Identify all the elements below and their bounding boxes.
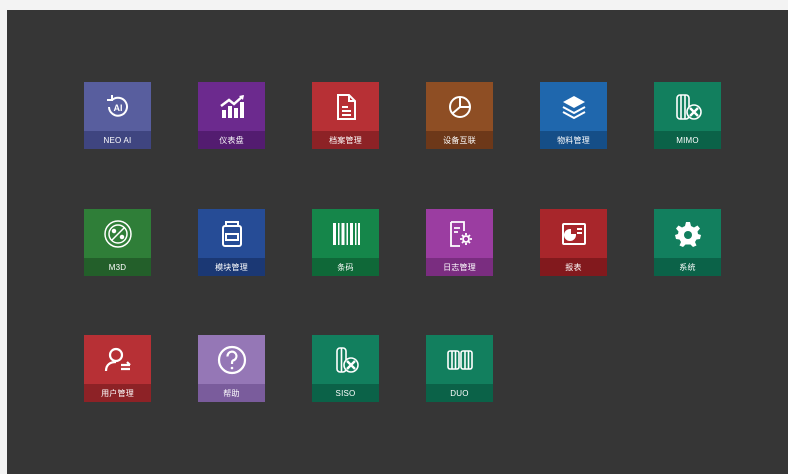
tile-top — [654, 82, 721, 131]
tile-device-connect[interactable]: 设备互联 — [426, 82, 493, 149]
tile-label: NEO AI — [84, 131, 151, 149]
tile-top: AI — [84, 82, 151, 131]
tile-top — [198, 209, 265, 258]
tile-label: MIMO — [654, 131, 721, 149]
tile-top — [84, 209, 151, 258]
tile-system[interactable]: 系统 — [654, 209, 721, 276]
tile-label: 日志管理 — [426, 258, 493, 276]
tile-top — [312, 209, 379, 258]
tile-top — [426, 209, 493, 258]
tile-dashboard[interactable]: 仪表盘 — [198, 82, 265, 149]
tile-label: M3D — [84, 258, 151, 276]
module-box-icon — [221, 220, 242, 247]
tile-label: SISO — [312, 384, 379, 402]
dashboard-chart-icon — [219, 94, 244, 118]
tile-top — [426, 82, 493, 131]
tile-label: 模块管理 — [198, 258, 265, 276]
document-icon — [336, 93, 356, 120]
tile-duo[interactable]: DUO — [426, 335, 493, 402]
tile-label: 用户管理 — [84, 384, 151, 402]
tile-top — [198, 82, 265, 131]
tile-label: 档案管理 — [312, 131, 379, 149]
tile-help[interactable]: 帮助 — [198, 335, 265, 402]
tile-top — [312, 335, 379, 384]
duo-icon — [446, 349, 473, 370]
svg-text:AI: AI — [113, 103, 122, 113]
tile-report[interactable]: 报表 — [540, 209, 607, 276]
tile-label: 设备互联 — [426, 131, 493, 149]
tile-barcode[interactable]: 条码 — [312, 209, 379, 276]
tile-mimo[interactable]: MIMO — [654, 82, 721, 149]
m3d-icon — [103, 219, 132, 248]
tile-top — [426, 335, 493, 384]
tile-label: 条码 — [312, 258, 379, 276]
gear-icon — [674, 221, 701, 247]
tile-label: 系统 — [654, 258, 721, 276]
neo-ai-icon: AI — [106, 94, 128, 117]
tile-siso[interactable]: SISO — [312, 335, 379, 402]
siso-icon — [335, 346, 359, 373]
help-icon — [217, 345, 246, 374]
tile-label: 报表 — [540, 258, 607, 276]
tile-archive[interactable]: 档案管理 — [312, 82, 379, 149]
tile-top — [654, 209, 721, 258]
tile-top — [540, 209, 607, 258]
tile-log[interactable]: 日志管理 — [426, 209, 493, 276]
tile-top — [84, 335, 151, 384]
user-icon — [104, 347, 131, 371]
tile-label: 仪表盘 — [198, 131, 265, 149]
tile-top — [540, 82, 607, 131]
tile-label: 物料管理 — [540, 131, 607, 149]
tile-top — [198, 335, 265, 384]
report-icon — [561, 222, 586, 245]
tile-label: 帮助 — [198, 384, 265, 402]
barcode-icon — [332, 222, 360, 245]
launcher-screen: AI NEO AI 仪表盘 档案管理 设备互联 物料管理 MIMO M3D 模块… — [7, 10, 788, 474]
tile-material[interactable]: 物料管理 — [540, 82, 607, 149]
log-settings-icon — [449, 220, 472, 247]
tile-label: DUO — [426, 384, 493, 402]
tile-module[interactable]: 模块管理 — [198, 209, 265, 276]
tile-top — [312, 82, 379, 131]
tile-neo-ai[interactable]: AI NEO AI — [84, 82, 151, 149]
layers-icon — [562, 95, 585, 119]
device-connect-icon — [448, 95, 471, 118]
mimo-icon — [675, 93, 702, 120]
tile-m3d[interactable]: M3D — [84, 209, 151, 276]
tile-user[interactable]: 用户管理 — [84, 335, 151, 402]
